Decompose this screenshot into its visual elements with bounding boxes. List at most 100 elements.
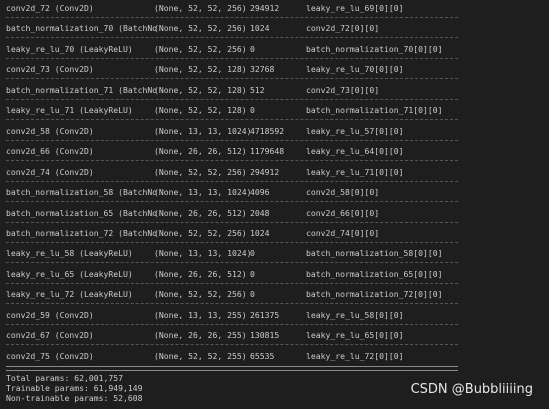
table-row: conv2d_66 (Conv2D) (None, 26, 26, 512) 117… [0, 145, 549, 157]
param-count-cell: 0 [250, 44, 255, 54]
layer-name-cell: leaky_re_lu_70 (LeakyReLU) [6, 44, 133, 54]
output-shape-cell: (None, 26, 26, 512) [154, 208, 247, 218]
table-row: batch_normalization_70 (BatchNo (None, 52… [0, 22, 549, 34]
connected-to-cell: leaky_re_lu_65[0][0] [306, 330, 404, 340]
output-shape-cell: (None, 52, 52, 256) [154, 23, 247, 33]
param-count-cell: 1024 [250, 228, 270, 238]
connected-to-cell: batch_normalization_58[0][0] [306, 248, 443, 258]
layer-name-cell: conv2d_72 (Conv2D) [6, 3, 94, 13]
connected-to-cell: conv2d_66[0][0] [306, 208, 380, 218]
output-shape-cell: (None, 26, 26, 512) [154, 269, 247, 279]
table-row: conv2d_58 (Conv2D) (None, 13, 13, 1024) 47… [0, 125, 549, 137]
connected-to-cell: batch_normalization_71[0][0] [306, 105, 443, 115]
layer-name-cell: leaky_re_lu_71 (LeakyReLU) [6, 105, 133, 115]
output-shape-cell: (None, 26, 26, 255) [154, 330, 247, 340]
param-count-cell: 0 [250, 269, 255, 279]
param-count-cell: 0 [250, 289, 255, 299]
connected-to-cell: leaky_re_lu_57[0][0] [306, 126, 404, 136]
layer-name-cell: batch_normalization_65 (BatchNo [6, 208, 158, 218]
table-row: conv2d_73 (Conv2D) (None, 52, 52, 128) 327… [0, 63, 549, 75]
row-separator [6, 99, 458, 100]
connected-to-cell: batch_normalization_65[0][0] [306, 269, 443, 279]
param-count-cell: 0 [250, 248, 255, 258]
table-row: leaky_re_lu_72 (LeakyReLU) (None, 52, 52,… [0, 288, 549, 300]
table-row: leaky_re_lu_70 (LeakyReLU) (None, 52, 52,… [0, 43, 549, 55]
layer-name-cell: leaky_re_lu_58 (LeakyReLU) [6, 248, 133, 258]
connected-to-cell: leaky_re_lu_64[0][0] [306, 146, 404, 156]
table-row: conv2d_59 (Conv2D) (None, 13, 13, 255) 261… [0, 309, 549, 321]
row-separator [6, 58, 458, 59]
row-separator [6, 242, 458, 243]
param-count-cell: 294912 [250, 167, 280, 177]
csdn-watermark: CSDN @Bubbliiiing [410, 382, 533, 397]
row-separator [6, 344, 458, 345]
table-row: batch_normalization_65 (BatchNo (None, 26… [0, 207, 549, 219]
layer-name-cell: conv2d_75 (Conv2D) [6, 351, 94, 361]
layer-name-cell: batch_normalization_70 (BatchNo [6, 23, 158, 33]
connected-to-cell: leaky_re_lu_58[0][0] [306, 310, 404, 320]
layer-name-cell: conv2d_66 (Conv2D) [6, 146, 94, 156]
row-separator [6, 181, 458, 182]
table-row: batch_normalization_72 (BatchNo (None, 52… [0, 227, 549, 239]
param-count-cell: 4096 [250, 187, 270, 197]
row-separator [6, 119, 458, 120]
layer-name-cell: conv2d_67 (Conv2D) [6, 330, 94, 340]
connected-to-cell: conv2d_73[0][0] [306, 85, 380, 95]
param-count-cell: 1179648 [250, 146, 285, 156]
layer-name-cell: leaky_re_lu_65 (LeakyReLU) [6, 269, 133, 279]
table-row: batch_normalization_71 (BatchNo (None, 52… [0, 84, 549, 96]
param-count-cell: 512 [250, 85, 265, 95]
connected-to-cell: batch_normalization_70[0][0] [306, 44, 443, 54]
table-row: leaky_re_lu_58 (LeakyReLU) (None, 13, 13,… [0, 247, 549, 259]
output-shape-cell: (None, 52, 52, 128) [154, 85, 247, 95]
table-row: conv2d_75 (Conv2D) (None, 52, 52, 255) 655… [0, 350, 549, 362]
row-separator [6, 160, 458, 161]
connected-to-cell: batch_normalization_72[0][0] [306, 289, 443, 299]
param-count-cell: 32768 [250, 64, 275, 74]
row-separator [6, 222, 458, 223]
table-row: batch_normalization_58 (BatchNo (None, 13… [0, 186, 549, 198]
layer-name-cell: batch_normalization_71 (BatchNo [6, 85, 158, 95]
row-separator [6, 303, 458, 304]
param-count-cell: 261375 [250, 310, 280, 320]
table-row: leaky_re_lu_65 (LeakyReLU) (None, 26, 26,… [0, 268, 549, 280]
output-shape-cell: (None, 52, 52, 256) [154, 167, 247, 177]
param-count-cell: 4718592 [250, 126, 285, 136]
layer-name-cell: conv2d_59 (Conv2D) [6, 310, 94, 320]
param-count-cell: 65535 [250, 351, 275, 361]
row-separator [6, 201, 458, 202]
output-shape-cell: (None, 26, 26, 512) [154, 146, 247, 156]
output-shape-cell: (None, 13, 13, 255) [154, 310, 247, 320]
layer-name-cell: conv2d_73 (Conv2D) [6, 64, 94, 74]
output-shape-cell: (None, 52, 52, 255) [154, 351, 247, 361]
layer-name-cell: batch_normalization_72 (BatchNo [6, 228, 158, 238]
double-separator [6, 366, 458, 371]
table-row: conv2d_67 (Conv2D) (None, 26, 26, 255) 130… [0, 329, 549, 341]
output-shape-cell: (None, 52, 52, 256) [154, 289, 247, 299]
row-separator [6, 262, 458, 263]
param-count-cell: 1024 [250, 23, 270, 33]
param-count-cell: 2048 [250, 208, 270, 218]
param-count-cell: 0 [250, 105, 255, 115]
row-separator [6, 17, 458, 18]
layer-name-cell: conv2d_58 (Conv2D) [6, 126, 94, 136]
terminal-output: conv2d_72 (Conv2D) (None, 52, 52, 256) 294… [0, 0, 549, 409]
connected-to-cell: leaky_re_lu_70[0][0] [306, 64, 404, 74]
output-shape-cell: (None, 13, 13, 1024) [154, 187, 252, 197]
table-row: leaky_re_lu_71 (LeakyReLU) (None, 52, 52,… [0, 104, 549, 116]
row-separator [6, 283, 458, 284]
connected-to-cell: conv2d_74[0][0] [306, 228, 380, 238]
non-trainable-params-text: Non-trainable params: 52,608 [6, 393, 143, 403]
output-shape-cell: (None, 13, 13, 1024) [154, 248, 252, 258]
connected-to-cell: conv2d_72[0][0] [306, 23, 380, 33]
layer-name-cell: conv2d_74 (Conv2D) [6, 167, 94, 177]
param-count-cell: 294912 [250, 3, 280, 13]
connected-to-cell: leaky_re_lu_69[0][0] [306, 3, 404, 13]
row-separator [6, 37, 458, 38]
row-separator [6, 324, 458, 325]
table-row: conv2d_72 (Conv2D) (None, 52, 52, 256) 294… [0, 2, 549, 14]
connected-to-cell: leaky_re_lu_72[0][0] [306, 351, 404, 361]
layer-name-cell: leaky_re_lu_72 (LeakyReLU) [6, 289, 133, 299]
param-count-cell: 130815 [250, 330, 280, 340]
connected-to-cell: conv2d_58[0][0] [306, 187, 380, 197]
